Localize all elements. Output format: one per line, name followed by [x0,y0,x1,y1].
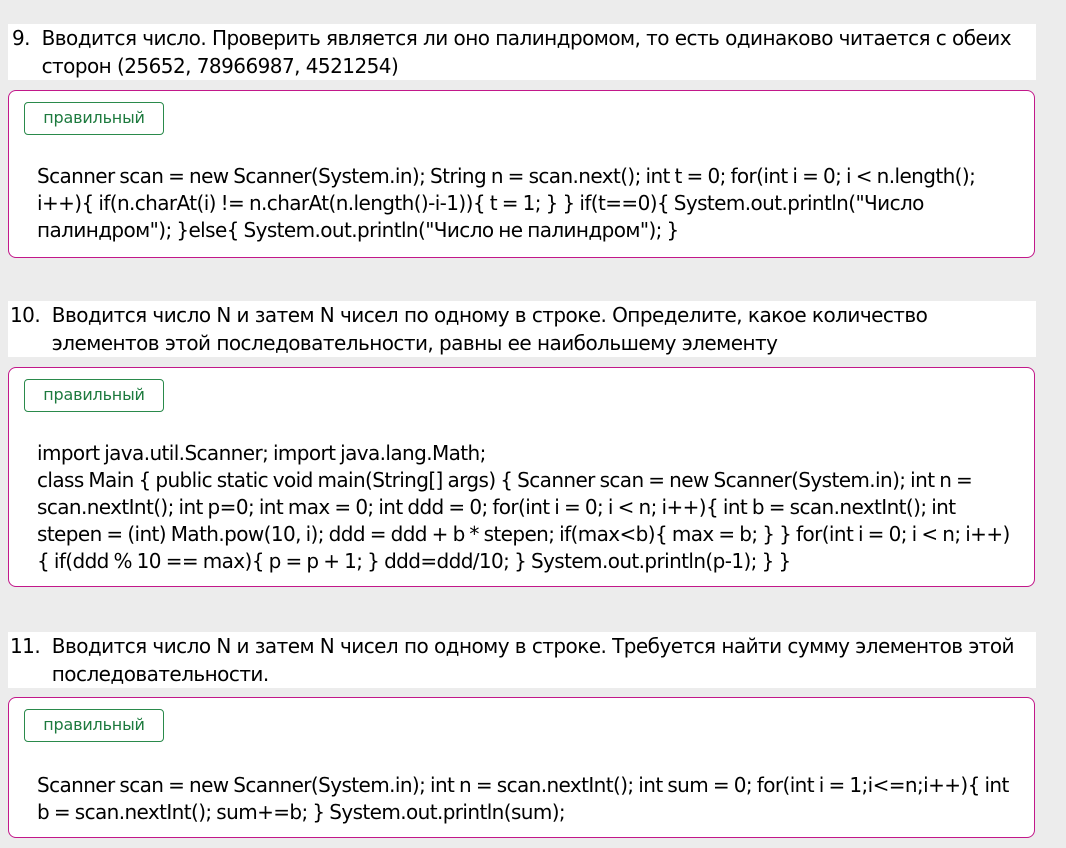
question-text-block: 10. Вводится число N и затем N чисел по … [8,301,1036,357]
correct-badge: правильный [24,379,164,412]
answer-code: Scanner scan = new Scanner(System.in); S… [37,163,1016,244]
answer-code: Scanner scan = new Scanner(System.in); i… [37,772,1016,826]
correct-badge: правильный [24,102,164,135]
code-line: import java.util.Scanner; import java.la… [37,441,486,465]
question-text: Вводится число N и затем N чисел по одно… [51,303,928,355]
task-11: 11. Вводится число N и затем N чисел по … [0,632,1036,688]
task-10: 10. Вводится число N и затем N чисел по … [0,301,1036,357]
question-text-block: 11. Вводится число N и затем N чисел по … [8,632,1036,688]
answer-code: import java.util.Scanner; import java.la… [37,440,1016,575]
question-number: 10. [10,303,52,327]
question-text-block: 9. Вводится число. Проверить является ли… [8,24,1036,80]
question-text: Вводится число. Проверить является ли он… [41,26,1012,78]
question-number: 9. [12,26,42,50]
question-number: 11. [10,634,52,658]
task-9: 9. Вводится число. Проверить является ли… [0,24,1036,80]
answer-box-10: правильный import java.util.Scanner; imp… [8,367,1035,587]
code-line: Scanner scan = new Scanner(System.in); i… [37,773,1009,824]
answer-box-9: правильный Scanner scan = new Scanner(Sy… [8,90,1035,258]
correct-badge: правильный [24,709,164,742]
code-line: class Main { public static void main(Str… [37,468,1010,573]
code-line: Scanner scan = new Scanner(System.in); S… [37,164,976,242]
question-text: Вводится число N и затем N чисел по одно… [51,634,1015,686]
answer-box-11: правильный Scanner scan = new Scanner(Sy… [8,697,1035,838]
